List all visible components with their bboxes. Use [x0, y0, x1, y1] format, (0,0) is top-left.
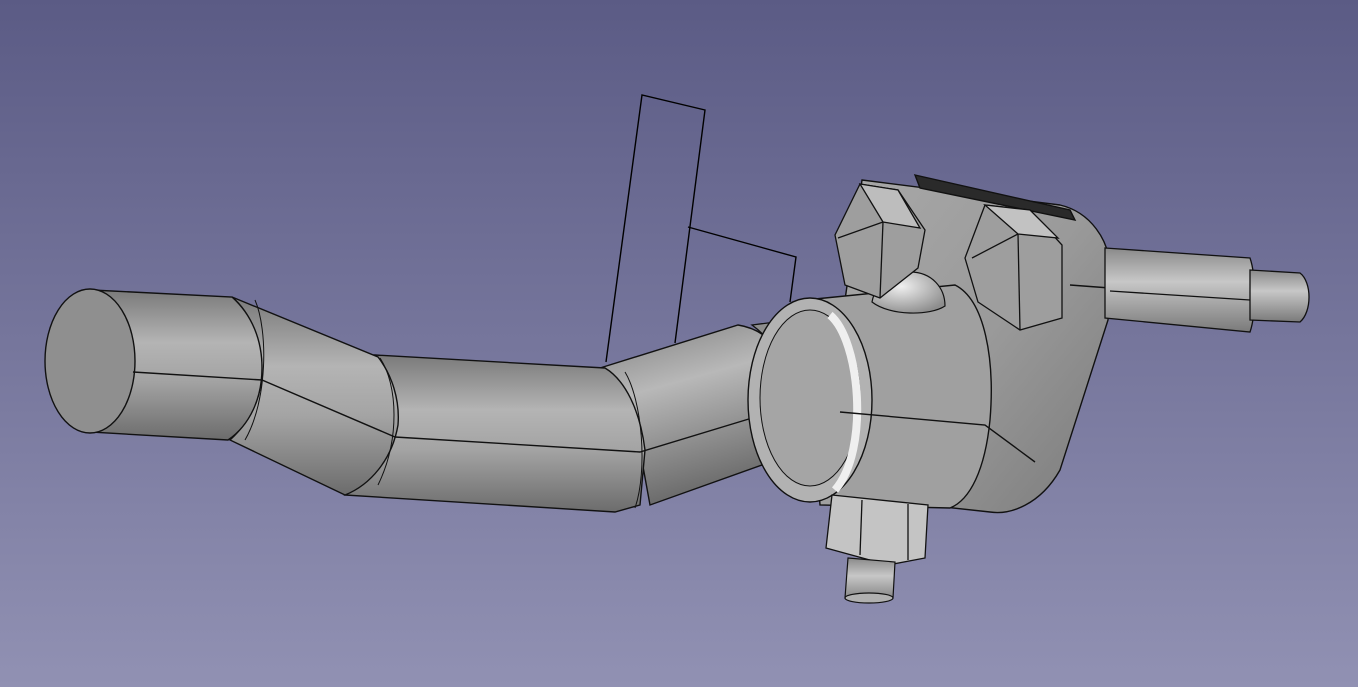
3d-viewport[interactable] — [0, 0, 1358, 687]
shaft-large[interactable] — [1104, 247, 1256, 333]
tube-end-face[interactable] — [44, 288, 136, 434]
3d-scene[interactable] — [0, 0, 1358, 687]
bottom-pin[interactable] — [844, 557, 896, 604]
shaft-small[interactable] — [1249, 269, 1310, 323]
